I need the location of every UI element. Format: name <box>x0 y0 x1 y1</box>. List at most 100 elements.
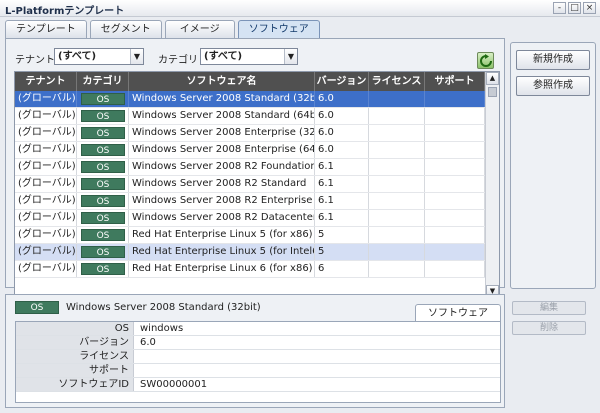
cell-version: 6.1 <box>315 210 369 226</box>
detail-value: SW00000001 <box>140 379 208 390</box>
software-list-panel: テナント (すべて) ▼ カテゴリ (すべて) ▼ テナント カテゴリ ソフトウ… <box>5 38 505 310</box>
cell-software-name: Red Hat Enterprise Linux 5 (for Intel64) <box>129 244 315 260</box>
cell-category: OS <box>77 108 129 124</box>
cell-support <box>425 210 485 226</box>
cell-software-name: Red Hat Enterprise Linux 6 (for x86) <box>129 261 315 277</box>
cell-tenant: (グローバル) <box>15 142 77 158</box>
detail-row-software-id: ソフトウェアID SW00000001 <box>16 378 500 392</box>
detail-label: ソフトウェアID <box>16 378 134 391</box>
tab-image[interactable]: イメージ <box>164 20 235 38</box>
table-row[interactable]: (グローバル) OS Red Hat Enterprise Linux 5 (for… <box>15 244 485 261</box>
os-category-badge: OS <box>81 127 125 139</box>
minimize-button[interactable]: - <box>553 2 566 14</box>
cell-category: OS <box>77 176 129 192</box>
cell-tenant: (グローバル) <box>15 261 77 277</box>
table-row[interactable]: (グローバル) OS Red Hat Enterprise Linux 6 (for… <box>15 261 485 278</box>
category-filter-value: (すべて) <box>204 51 243 62</box>
refresh-button[interactable] <box>477 52 494 69</box>
cell-license <box>369 193 425 209</box>
cell-version: 6.0 <box>315 91 369 107</box>
refresh-icon <box>480 54 492 67</box>
reference-create-button[interactable]: 参照作成 <box>516 76 590 96</box>
os-category-badge: OS <box>81 178 125 190</box>
scroll-up-icon[interactable]: ▲ <box>486 72 499 85</box>
tab-segment[interactable]: セグメント <box>89 20 162 38</box>
detail-tab-software[interactable]: ソフトウェア <box>415 304 501 321</box>
detail-value <box>134 364 140 377</box>
os-category-badge: OS <box>81 144 125 156</box>
cell-software-name: Windows Server 2008 Standard (64bit) <box>129 108 315 124</box>
column-header-support[interactable]: サポート <box>425 72 485 91</box>
cell-software-name: Windows Server 2008 R2 Datacenter <box>129 210 315 226</box>
maximize-button[interactable]: □ <box>568 2 581 14</box>
column-header-software-name[interactable]: ソフトウェア名 <box>129 72 315 91</box>
tab-software[interactable]: ソフトウェア <box>237 20 320 38</box>
cell-software-name: Windows Server 2008 Enterprise (64bit) <box>129 142 315 158</box>
cell-license <box>369 108 425 124</box>
detail-title: Windows Server 2008 Standard (32bit) <box>66 302 261 313</box>
cell-category: OS <box>77 193 129 209</box>
cell-category: OS <box>77 159 129 175</box>
chevron-down-icon: ▼ <box>130 49 143 64</box>
table-row[interactable]: (グローバル) OS Windows Server 2008 Enterprise … <box>15 142 485 159</box>
cell-tenant: (グローバル) <box>15 125 77 141</box>
table-row[interactable]: (グローバル) OS Windows Server 2008 R2 Foundati… <box>15 159 485 176</box>
cell-version: 6.0 <box>315 142 369 158</box>
cell-category: OS <box>77 142 129 158</box>
vertical-scrollbar[interactable]: ▲ ▼ <box>485 72 499 298</box>
vertical-scroll-thumb[interactable] <box>488 87 497 97</box>
cell-license <box>369 142 425 158</box>
column-header-category[interactable]: カテゴリ <box>77 72 129 91</box>
cell-support <box>425 244 485 260</box>
category-filter-label: カテゴリ <box>158 55 198 66</box>
detail-label: ライセンス <box>16 350 134 363</box>
detail-table: OS windows バージョン 6.0 ライセンス サポート ソフトウェアID… <box>15 321 501 403</box>
detail-label: OS <box>16 322 134 335</box>
cell-license <box>369 176 425 192</box>
detail-row-os: OS windows <box>16 322 500 336</box>
edit-button[interactable]: 編集 <box>512 301 586 315</box>
cell-license <box>369 125 425 141</box>
detail-label: サポート <box>16 364 134 377</box>
cell-version: 5 <box>315 227 369 243</box>
table-row[interactable]: (グローバル) OS Windows Server 2008 R2 Standard… <box>15 176 485 193</box>
column-header-license[interactable]: ライセンス <box>369 72 425 91</box>
cell-software-name: Windows Server 2008 Standard (32bit) <box>129 91 315 107</box>
table-row[interactable]: (グローバル) OS Windows Server 2008 Enterprise … <box>15 125 485 142</box>
cell-support <box>425 193 485 209</box>
tenant-filter-select[interactable]: (すべて) ▼ <box>54 48 144 65</box>
cell-version: 5 <box>315 244 369 260</box>
delete-button[interactable]: 削除 <box>512 321 586 335</box>
cell-license <box>369 210 425 226</box>
column-header-tenant[interactable]: テナント <box>15 72 77 91</box>
detail-panel: OS Windows Server 2008 Standard (32bit) … <box>5 294 505 408</box>
column-header-version[interactable]: バージョン <box>315 72 369 91</box>
cell-software-name: Windows Server 2008 R2 Standard <box>129 176 315 192</box>
cell-version: 6.0 <box>315 125 369 141</box>
cell-version: 6 <box>315 261 369 277</box>
cell-version: 6.1 <box>315 176 369 192</box>
table-row[interactable]: (グローバル) OS Red Hat Enterprise Linux 5 (for… <box>15 227 485 244</box>
cell-support <box>425 227 485 243</box>
tenant-filter-value: (すべて) <box>58 51 97 62</box>
os-category-badge: OS <box>81 161 125 173</box>
cell-support <box>425 125 485 141</box>
cell-category: OS <box>77 227 129 243</box>
detail-category-badge: OS <box>15 301 59 314</box>
table-row[interactable]: (グローバル) OS Windows Server 2008 R2 Enterpri… <box>15 193 485 210</box>
cell-support <box>425 142 485 158</box>
new-button[interactable]: 新規作成 <box>516 50 590 70</box>
cell-software-name: Red Hat Enterprise Linux 5 (for x86) <box>129 227 315 243</box>
detail-row-version: バージョン 6.0 <box>16 336 500 350</box>
os-category-badge: OS <box>81 93 125 105</box>
os-category-badge: OS <box>81 110 125 122</box>
cell-version: 6.1 <box>315 159 369 175</box>
table-row[interactable]: (グローバル) OS Windows Server 2008 Standard (3… <box>15 91 485 108</box>
close-button[interactable]: × <box>583 2 596 14</box>
table-row[interactable]: (グローバル) OS Windows Server 2008 Standard (6… <box>15 108 485 125</box>
cell-category: OS <box>77 210 129 226</box>
table-row[interactable]: (グローバル) OS Windows Server 2008 R2 Datacent… <box>15 210 485 227</box>
tab-template[interactable]: テンプレート <box>5 20 87 38</box>
cell-tenant: (グローバル) <box>15 91 77 107</box>
category-filter-select[interactable]: (すべて) ▼ <box>200 48 298 65</box>
